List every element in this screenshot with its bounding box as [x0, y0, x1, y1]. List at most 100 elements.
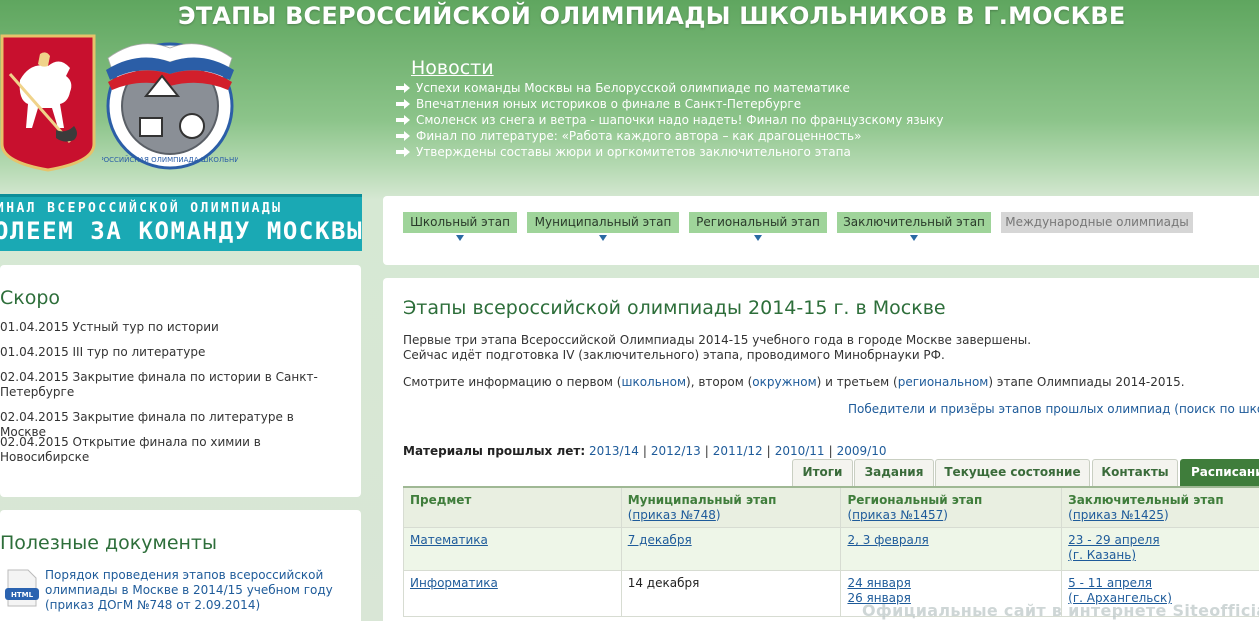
news-item[interactable]: Смоленск из снега и ветра - шапочки надо…: [396, 112, 943, 128]
soon-title: Скоро: [0, 287, 61, 309]
news-item[interactable]: Впечатления юных историков о финале в Са…: [396, 96, 943, 112]
see-suffix: ) этапе Олимпиады 2014-2015.: [988, 375, 1185, 389]
tab-label: Муниципальный этап: [534, 215, 672, 229]
city-link[interactable]: (г. Казань): [1068, 548, 1136, 562]
caret-down-icon: [754, 235, 762, 241]
header-subject: Предмет: [403, 486, 622, 528]
date-link[interactable]: 2, 3 февраля: [847, 533, 928, 547]
intro-text: Первые три этапа Всероссийской Олимпиады…: [403, 333, 1031, 363]
past-year-link[interactable]: 2011/12: [713, 444, 763, 458]
separator: |: [766, 444, 771, 458]
header-municipal: Муниципальный этап (приказ №748): [620, 486, 842, 528]
news-item-text[interactable]: Утверждены составы жюри и оргкомитетов з…: [416, 144, 851, 160]
past-year-link[interactable]: 2012/13: [651, 444, 701, 458]
header-title: Заключительный этап: [1068, 493, 1224, 507]
soon-item: 02.04.2015 Закрытие финала по литературе…: [0, 410, 294, 439]
watermark: Официальные сайт в интернете Siteofficia…: [862, 601, 1259, 620]
news-item[interactable]: Успехи команды Москвы на Белорусской оли…: [396, 80, 943, 96]
subject-link[interactable]: Информатика: [410, 576, 498, 590]
banner-line-1: ИНАЛ ВСЕРОССИЙСКОЙ ОЛИМПИАДЫ: [0, 201, 283, 216]
tab-current-state[interactable]: Текущее состояние: [935, 459, 1090, 486]
date-link[interactable]: 5 - 11 апреля: [1068, 576, 1152, 590]
arrow-right-icon: [396, 83, 410, 93]
soon-list: 01.04.2015 Устный тур по истории 01.04.2…: [0, 320, 330, 475]
stage-nav: Школьный этап Муниципальный этап Региона…: [383, 196, 1259, 265]
regional-cell: 2, 3 февраля: [840, 527, 1063, 571]
winners-link[interactable]: Победители и призёры: [848, 402, 995, 416]
doc-link[interactable]: Порядок проведения этапов всероссийской …: [45, 568, 345, 613]
date-link[interactable]: 24 января: [847, 576, 910, 590]
table-header-row: Предмет Муниципальный этап (приказ №748)…: [403, 486, 1259, 528]
paren: ): [943, 508, 948, 522]
tab-regional-stage[interactable]: Региональный этап: [689, 212, 827, 241]
subject-link[interactable]: Математика: [410, 533, 488, 547]
header-regional: Региональный этап (приказ №1457): [840, 486, 1063, 528]
tab-results[interactable]: Итоги: [792, 459, 853, 486]
school-stage-link[interactable]: школьном: [621, 375, 686, 389]
site-title: ЭТАПЫ ВСЕРОССИЙСКОЙ ОЛИМПИАДЫ ШКОЛЬНИКОВ…: [178, 2, 1126, 30]
olympiad-logo-icon[interactable]: ВСЕРОССИЙСКАЯ ОЛИМПИАДА ШКОЛЬНИКОВ: [102, 34, 238, 172]
moscow-coat-of-arms-icon[interactable]: [0, 34, 96, 172]
district-stage-link[interactable]: окружном: [752, 375, 816, 389]
tab-international[interactable]: Международные олимпиады: [1001, 212, 1193, 233]
news-item[interactable]: Финал по литературе: «Работа каждого авт…: [396, 128, 943, 144]
final-cell: 23 - 29 апреля (г. Казань): [1061, 527, 1259, 571]
header-title: Региональный этап: [847, 493, 983, 507]
tab-contacts[interactable]: Контакты: [1092, 459, 1178, 486]
schedule-table: Предмет Муниципальный этап (приказ №748)…: [403, 486, 1259, 617]
header-sub: (приказ №1457): [847, 508, 1055, 523]
soon-item: 01.04.2015 Устный тур по истории: [0, 320, 219, 334]
see-mid-1: ), втором (: [686, 375, 753, 389]
tab-label: Школьный этап: [410, 215, 510, 229]
header-title: Муниципальный этап: [627, 493, 777, 507]
final-banner[interactable]: ИНАЛ ВСЕРОССИЙСКОЙ ОЛИМПИАДЫ ОЛЕЕМ ЗА КО…: [0, 194, 362, 251]
date-link[interactable]: 7 декабря: [628, 533, 692, 547]
separator: |: [704, 444, 709, 458]
soon-item: 01.04.2015 III тур по литературе: [0, 345, 206, 359]
olympiad-logo-text: ВСЕРОССИЙСКАЯ ОЛИМПИАДА ШКОЛЬНИКОВ: [102, 155, 238, 164]
municipal-cell: 7 декабря: [620, 527, 842, 571]
past-materials: Материалы прошлых лет: 2013/14 | 2012/13 | 2…: [403, 444, 886, 458]
arrow-right-icon: [396, 115, 410, 125]
past-year-link[interactable]: 2010/11: [775, 444, 825, 458]
html-document-icon: HTML: [5, 569, 39, 607]
news-item-text[interactable]: Смоленск из снега и ветра - шапочки надо…: [416, 112, 943, 128]
header-sub: (приказ №748): [628, 508, 835, 523]
order-link[interactable]: приказ №748: [632, 508, 715, 522]
docs-panel: Полезные документы HTML Порядок проведен…: [0, 510, 361, 621]
news-item[interactable]: Утверждены составы жюри и оргкомитетов з…: [396, 144, 943, 160]
paren: ): [1163, 508, 1169, 522]
past-label: Материалы прошлых лет:: [403, 444, 586, 458]
tab-label: Международные олимпиады: [1005, 215, 1189, 229]
past-year-link[interactable]: 2009/10: [837, 444, 887, 458]
order-link[interactable]: приказ №1457: [852, 508, 943, 522]
page-title: Этапы всероссийской олимпиады 2014-15 г.…: [403, 297, 946, 319]
tab-municipal-stage[interactable]: Муниципальный этап: [527, 212, 679, 241]
tab-final-stage[interactable]: Заключительный этап: [837, 212, 991, 241]
soon-item: 02.04.2015 Закрытие финала по истории в …: [0, 370, 318, 399]
news-item-text[interactable]: Впечатления юных историков о финале в Са…: [416, 96, 801, 112]
past-year-link[interactable]: 2013/14: [589, 444, 639, 458]
soon-panel: Скоро 01.04.2015 Устный тур по истории 0…: [0, 265, 361, 497]
tab-school-stage[interactable]: Школьный этап: [403, 212, 517, 241]
tab-tasks[interactable]: Задания: [854, 459, 934, 486]
table-row: Математика 7 декабря 2, 3 февраля 23 - 2…: [403, 527, 1259, 571]
subject-cell: Информатика: [403, 570, 622, 617]
intro-line-2: Сейчас идёт подготовка IV (заключительно…: [403, 348, 945, 362]
caret-down-icon: [456, 235, 464, 241]
doc-item[interactable]: HTML Порядок проведения этапов всероссий…: [4, 568, 345, 613]
see-mid-2: ) и третьем (: [816, 375, 898, 389]
tab-schedule[interactable]: Расписани: [1180, 459, 1259, 486]
order-link[interactable]: приказ №1425: [1073, 508, 1164, 522]
intro-line-1: Первые три этапа Всероссийской Олимпиады…: [403, 333, 1032, 347]
separator: |: [642, 444, 647, 458]
news-item-text[interactable]: Финал по литературе: «Работа каждого авт…: [416, 128, 861, 144]
docs-title: Полезные документы: [0, 532, 217, 554]
news-heading[interactable]: Новости: [411, 57, 494, 79]
date-link[interactable]: 23 - 29 апреля: [1068, 533, 1159, 547]
banner-line-2: ОЛЕЕМ ЗА КОМАНДУ МОСКВЫ: [0, 217, 362, 245]
regional-stage-link[interactable]: региональном: [898, 375, 989, 389]
news-item-text[interactable]: Успехи команды Москвы на Белорусской оли…: [416, 80, 850, 96]
header-final: Заключительный этап (приказ №1425): [1061, 486, 1259, 528]
caret-down-icon: [599, 235, 607, 241]
